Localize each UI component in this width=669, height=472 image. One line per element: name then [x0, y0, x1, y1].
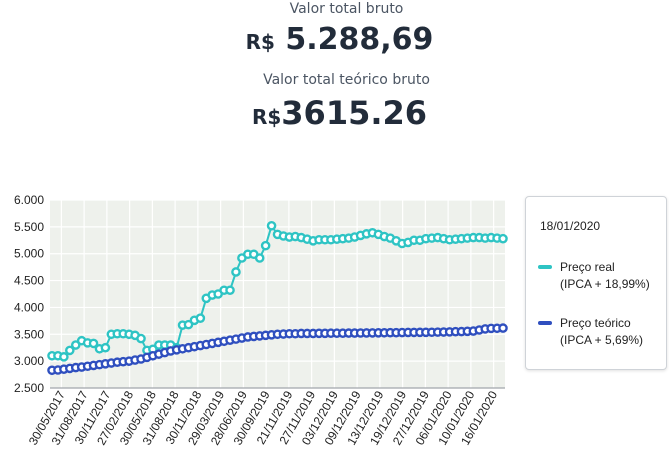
data-point-real-price — [254, 253, 265, 263]
data-point-real-price — [195, 313, 206, 323]
y-tick-label: 2.500 — [14, 381, 44, 395]
chart-legend: 18/01/2020 Preço real (IPCA + 18,99%) Pr… — [525, 196, 667, 370]
data-point-real-price — [100, 342, 111, 353]
data-point-real-price — [136, 333, 146, 344]
price-line-chart: 2.500 3.000 3.500 4.000 4.500 5.000 5.500 6.000… — [14, 193, 508, 448]
legend-label-theoretical-price: Preço teórico — [560, 316, 631, 330]
gross-total-value: R$ 5.288,69 — [5, 22, 669, 57]
theoretical-amount: 3615.26 — [281, 94, 428, 132]
legend-swatch-theoretical-price — [538, 321, 552, 325]
theoretical-total-label: Valor total teórico bruto — [263, 72, 430, 88]
gross-amount: 5.288,69 — [285, 22, 434, 57]
theoretical-currency: R$ — [251, 105, 282, 129]
data-point-real-price — [231, 267, 241, 277]
y-tick-label: 3.000 — [14, 354, 44, 368]
y-tick-label: 5.000 — [14, 247, 44, 261]
data-point-real-price — [260, 240, 271, 251]
data-point-real-price — [266, 220, 277, 231]
data-point-real-price — [225, 285, 235, 296]
data-point-real-price — [59, 352, 69, 362]
y-tick-label: 3.500 — [14, 327, 44, 341]
y-tick-label: 5.500 — [14, 220, 44, 234]
y-tick-label: 4.000 — [14, 300, 44, 314]
legend-detail-real-price: (IPCA + 18,99%) — [560, 277, 650, 291]
gross-currency: R$ — [245, 30, 275, 54]
legend-date: 18/01/2020 — [540, 219, 601, 233]
data-point-real-price — [498, 233, 508, 244]
y-tick-label: 4.500 — [14, 274, 44, 288]
data-point-theoretical-price — [498, 323, 508, 333]
legend-swatch-real-price — [538, 265, 552, 269]
theoretical-total-value: R$3615.26 — [5, 94, 669, 132]
y-tick-label: 6.000 — [14, 193, 44, 207]
legend-label-real-price: Preço real — [560, 260, 615, 274]
gross-total-label: Valor total bruto — [289, 1, 404, 17]
legend-detail-theoretical-price: (IPCA + 5,69%) — [560, 333, 644, 347]
